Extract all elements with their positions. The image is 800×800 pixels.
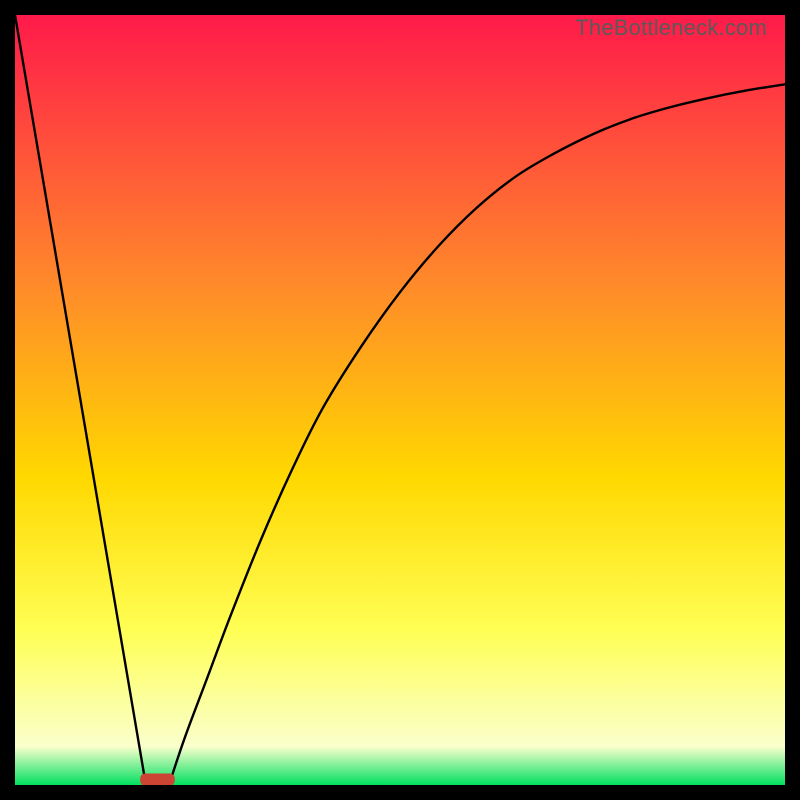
watermark-text: TheBottleneck.com xyxy=(575,15,767,41)
gradient-background xyxy=(15,15,785,785)
optimum-marker xyxy=(140,773,175,785)
bottleneck-chart xyxy=(15,15,785,785)
chart-frame: TheBottleneck.com xyxy=(15,15,785,785)
